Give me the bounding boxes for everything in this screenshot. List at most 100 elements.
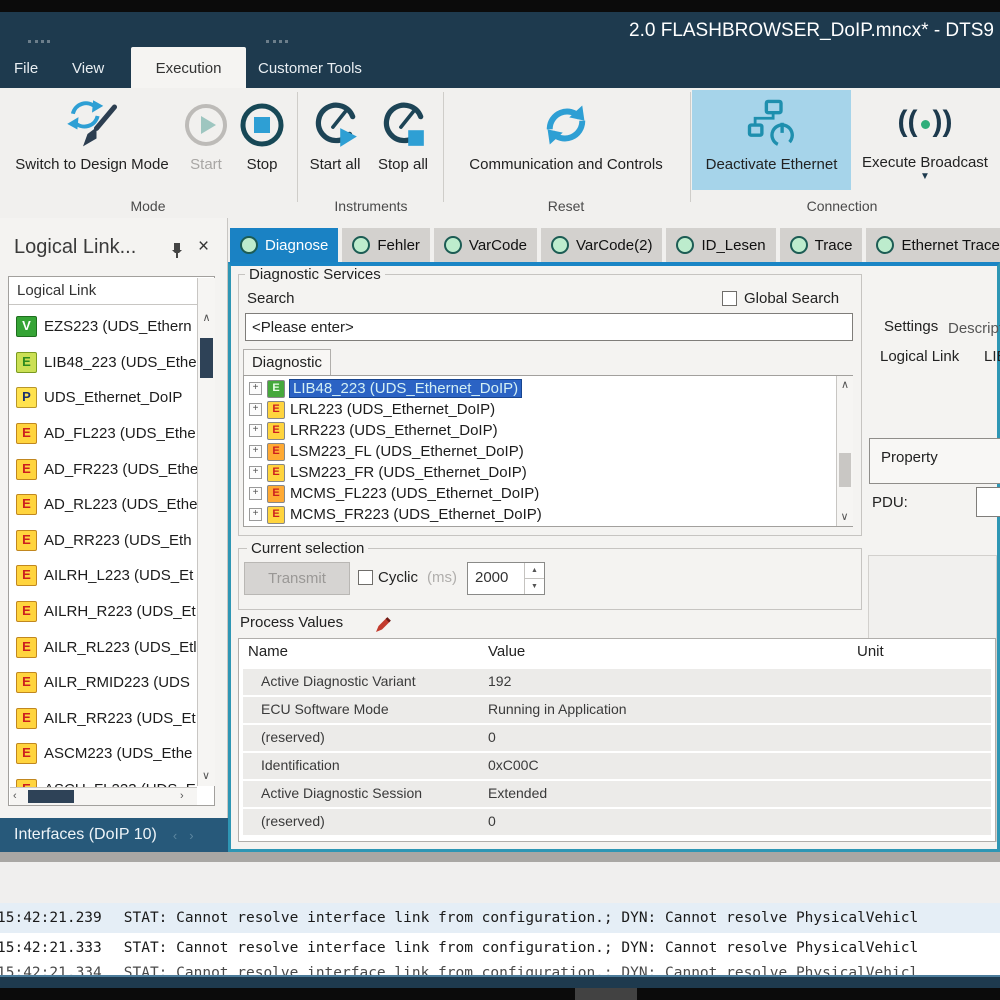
scroll-down-icon[interactable]: ∨ [198, 769, 214, 784]
interval-value[interactable]: 2000 [468, 563, 524, 594]
tab-fehler[interactable]: Fehler [342, 228, 430, 262]
table-row[interactable]: (reserved)0 [243, 809, 991, 835]
tab-ethernet-trace[interactable]: Ethernet Trace [866, 228, 1000, 262]
log-entry[interactable]: 15:42:21.334STAT: Cannot resolve interfa… [0, 963, 1000, 975]
ribbon-separator [443, 92, 444, 202]
cycle-interval-stepper[interactable]: 2000 ▲ ▼ [467, 562, 545, 595]
tab-varcode[interactable]: VarCode [434, 228, 537, 262]
logical-link-item[interactable]: EAILRH_L223 (UDS_Et [10, 558, 197, 594]
spin-down-icon[interactable]: ▼ [525, 579, 544, 594]
tree-rows: +ELIB48_223 (UDS_Ethernet_DoIP) +ELRL223… [245, 378, 835, 526]
menu-view[interactable]: View [72, 60, 104, 77]
expand-icon[interactable]: + [249, 382, 262, 395]
vscroll-thumb[interactable] [839, 453, 851, 487]
table-row[interactable]: Active Diagnostic SessionExtended [243, 781, 991, 807]
logical-link-item[interactable]: EASCU_FL223 (UDS_E [10, 772, 197, 787]
logical-link-item[interactable]: ELIB48_223 (UDS_Ethe [10, 345, 197, 381]
logical-link-item[interactable]: EAD_FR223 (UDS_Ethe [10, 451, 197, 487]
global-search-label[interactable]: Global Search [744, 290, 839, 307]
table-row[interactable]: ECU Software ModeRunning in Application [243, 697, 991, 723]
switch-to-design-mode-button[interactable]: Switch to Design Mode [6, 94, 178, 173]
list-column-header[interactable]: Logical Link [9, 277, 214, 305]
expand-icon[interactable]: + [249, 445, 262, 458]
tree-vscrollbar[interactable]: ∧ ∨ [836, 376, 853, 526]
link-state-icon: E [16, 743, 37, 764]
property-box[interactable]: Property [869, 438, 1000, 484]
scroll-left-icon[interactable]: ‹ [13, 789, 17, 804]
scroll-down-icon[interactable]: ∨ [837, 510, 852, 525]
tree-item[interactable]: +EMCMS_FL223 (UDS_Ethernet_DoIP) [245, 483, 835, 504]
tab-diagnose[interactable]: Diagnose [230, 228, 338, 262]
expand-icon[interactable]: + [249, 508, 262, 521]
diagnostic-subtab[interactable]: Diagnostic [243, 349, 331, 376]
taskbar-thumb[interactable] [575, 988, 637, 1000]
tab-settings[interactable]: Settings [884, 318, 938, 335]
stop-label: Stop [234, 156, 290, 173]
cyclic-checkbox[interactable] [358, 570, 373, 585]
hscroll-thumb[interactable] [28, 790, 74, 803]
panel-right-arrow-icon[interactable]: › [189, 828, 193, 843]
spin-up-icon[interactable]: ▲ [525, 563, 544, 579]
logical-link-item[interactable]: EAILRH_R223 (UDS_Et [10, 594, 197, 630]
log-entry[interactable]: 15:42:21.239STAT: Cannot resolve interfa… [0, 903, 1000, 933]
logical-link-item[interactable]: EAILR_RR223 (UDS_Et [10, 701, 197, 737]
logical-link-item[interactable]: PUDS_Ethernet_DoIP [10, 380, 197, 416]
table-row[interactable]: Active Diagnostic Variant192 [243, 669, 991, 695]
logical-link-item[interactable]: EAD_RR223 (UDS_Eth [10, 523, 197, 559]
pin-icon[interactable] [170, 242, 184, 264]
tree-item[interactable]: +ELRR223 (UDS_Ethernet_DoIP) [245, 420, 835, 441]
pdu-input[interactable] [976, 487, 1000, 517]
tree-item[interactable]: +ELRL223 (UDS_Ethernet_DoIP) [245, 399, 835, 420]
edit-pencil-icon[interactable] [374, 616, 392, 639]
tab-id-lesen[interactable]: ID_Lesen [666, 228, 775, 262]
splitter[interactable] [0, 852, 1000, 862]
menu-customer-tools[interactable]: Customer Tools [258, 60, 362, 77]
logical-link-item[interactable]: VEZS223 (UDS_Ethern [10, 309, 197, 345]
interfaces-tab[interactable]: Interfaces (DoIP 10) ‹ › [0, 818, 228, 852]
logical-link-item[interactable]: EAD_RL223 (UDS_Ethe [10, 487, 197, 523]
logical-link-item[interactable]: EAD_FL223 (UDS_Ethe [10, 416, 197, 452]
stop-all-button[interactable]: Stop all [370, 94, 436, 173]
list-vscrollbar[interactable]: ∧ ∨ [197, 278, 215, 786]
cyclic-label[interactable]: Cyclic [378, 569, 418, 586]
stop-all-label: Stop all [370, 156, 436, 173]
tab-description[interactable]: Description [948, 320, 1000, 337]
process-values-table: Name Value Unit Active Diagnostic Varian… [238, 638, 996, 842]
logical-link-item[interactable]: EAILR_RL223 (UDS_Etl [10, 629, 197, 665]
logical-link-item[interactable]: EAILR_RMID223 (UDS [10, 665, 197, 701]
menu-file[interactable]: File [14, 60, 38, 77]
col-unit[interactable]: Unit [857, 643, 884, 660]
panel-left-arrow-icon[interactable]: ‹ [173, 828, 177, 843]
scroll-right-icon[interactable]: › [180, 789, 184, 804]
expand-icon[interactable]: + [249, 424, 262, 437]
list-hscrollbar[interactable]: ‹ › [10, 787, 197, 805]
col-value[interactable]: Value [488, 643, 525, 660]
global-search-checkbox[interactable] [722, 291, 737, 306]
col-name[interactable]: Name [248, 643, 288, 660]
execute-broadcast-button[interactable]: (()) Execute Broadcast ▼ [855, 94, 995, 182]
tree-item[interactable]: +ELSM223_FR (UDS_Ethernet_DoIP) [245, 462, 835, 483]
close-icon[interactable]: × [198, 236, 209, 258]
tree-item[interactable]: +ELSM223_FL (UDS_Ethernet_DoIP) [245, 441, 835, 462]
deactivate-ethernet-button[interactable]: Deactivate Ethernet [692, 94, 851, 173]
stop-button[interactable]: Stop [234, 94, 290, 173]
tree-item[interactable]: +ELIB48_223 (UDS_Ethernet_DoIP) [245, 378, 835, 399]
start-all-button[interactable]: Start all [302, 94, 368, 173]
expand-icon[interactable]: + [249, 487, 262, 500]
log-entry[interactable]: 15:42:21.333STAT: Cannot resolve interfa… [0, 933, 1000, 963]
vscroll-thumb[interactable] [200, 338, 213, 378]
table-row[interactable]: Identification0xC00C [243, 753, 991, 779]
tab-varcode2[interactable]: VarCode(2) [541, 228, 662, 262]
expand-icon[interactable]: + [249, 466, 262, 479]
logical-link-item[interactable]: EASCM223 (UDS_Ethe [10, 736, 197, 772]
table-row[interactable]: (reserved)0 [243, 725, 991, 751]
broadcast-dropdown-icon[interactable]: ▼ [855, 171, 995, 182]
scroll-up-icon[interactable]: ∧ [837, 378, 853, 393]
expand-icon[interactable]: + [249, 403, 262, 416]
tab-trace[interactable]: Trace [780, 228, 863, 262]
search-input[interactable] [245, 313, 853, 341]
menu-execution[interactable]: Execution [131, 47, 246, 88]
tree-item[interactable]: +EMCMS_FR223 (UDS_Ethernet_DoIP) [245, 504, 835, 525]
scroll-up-icon[interactable]: ∧ [198, 311, 215, 326]
communication-and-controls-button[interactable]: Communication and Controls [447, 94, 685, 173]
